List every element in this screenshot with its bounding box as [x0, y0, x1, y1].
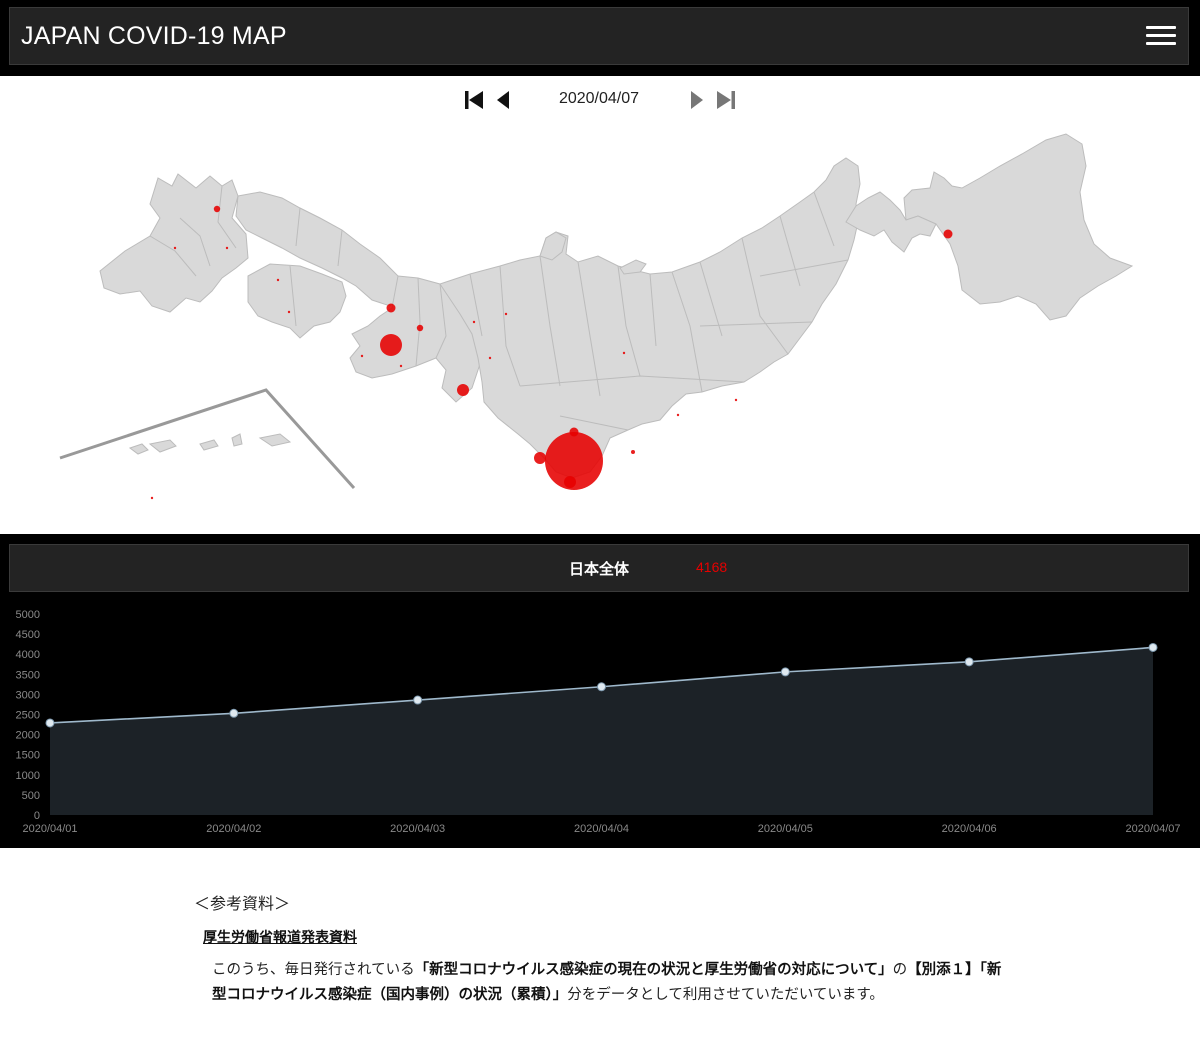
marker-dot: [676, 413, 680, 417]
y-tick-label: 4500: [16, 629, 40, 641]
data-point: [229, 708, 239, 718]
marker-dot: [504, 312, 508, 316]
x-tick-label: 2020/04/01: [22, 823, 77, 835]
skip-first-icon[interactable]: [461, 88, 487, 112]
references-heading: ＜参考資料＞: [194, 894, 291, 913]
marker-osaka: [380, 334, 402, 356]
region-hokkaido: [903, 133, 1134, 321]
app-title: JAPAN COVID-19 MAP: [21, 22, 287, 50]
summary-total-value: 4168: [696, 559, 728, 575]
marker-dot: [287, 310, 291, 314]
header-bar: JAPAN COVID-19 MAP: [9, 7, 1189, 65]
marker-dot: [399, 364, 403, 368]
data-point: [1148, 642, 1158, 652]
chart-section: 日本全体 4168 0 500 1000 1500 2000 2500 3000 3500 40…: [0, 534, 1200, 848]
region-islands-3: [199, 439, 219, 451]
data-point: [780, 667, 790, 677]
header-band: JAPAN COVID-19 MAP: [0, 0, 1200, 76]
marker-hyogo: [386, 303, 396, 313]
references-body: このうち、毎日発行されている「新型コロナウイルス感染症の現在の状況と厚生労働省の…: [212, 958, 1002, 1008]
marker-fukuoka: [213, 205, 221, 213]
y-tick-label: 1500: [16, 750, 40, 762]
japan-map: [59, 133, 1134, 500]
marker-dot: [472, 320, 476, 324]
data-point: [413, 695, 423, 705]
y-tick-label: 2000: [16, 730, 40, 742]
marker-kanagawa: [564, 476, 576, 488]
marker-dot: [173, 246, 177, 250]
marker-dot: [622, 351, 626, 355]
y-tick-label: 500: [22, 790, 40, 802]
x-tick-label: 2020/04/07: [1125, 823, 1180, 835]
current-date-label: 2020/04/07: [558, 90, 640, 107]
y-tick-label: 4000: [16, 649, 40, 661]
data-point: [964, 657, 974, 667]
marker-dot: [150, 496, 154, 500]
marker-chiba: [534, 452, 546, 464]
x-tick-label: 2020/04/02: [206, 823, 261, 835]
y-tick-label: 0: [34, 810, 40, 822]
references-section: ＜参考資料＞ 厚生労働省報道発表資料 このうち、毎日発行されている「新型コロナウ…: [0, 848, 1200, 1039]
map-area: 2020/04/07: [0, 76, 1200, 534]
y-tick-label: 1000: [16, 770, 40, 782]
x-tick-label: 2020/04/05: [758, 823, 813, 835]
summary-label: 日本全体: [569, 560, 630, 578]
date-navigation: 2020/04/07: [0, 86, 1200, 114]
body-mid: の: [892, 962, 908, 978]
region-islands-1: [128, 443, 149, 455]
marker-dot: [631, 450, 635, 454]
region-islands-2: [148, 439, 177, 453]
y-tick-label: 2500: [16, 710, 40, 722]
marker-saitama: [569, 427, 579, 437]
hamburger-menu-icon[interactable]: [1144, 22, 1178, 50]
marker-dot: [276, 278, 280, 282]
marker-dot: [225, 246, 229, 250]
marker-kyoto: [416, 324, 424, 332]
mhlw-press-release-link[interactable]: 厚生労働省報道発表資料: [203, 927, 357, 947]
region-islands-4: [231, 433, 243, 447]
data-point: [597, 682, 606, 692]
x-tick-label: 2020/04/03: [390, 823, 445, 835]
x-tick-label: 2020/04/06: [942, 823, 997, 835]
step-back-icon[interactable]: [492, 88, 518, 112]
region-honshu-east: [439, 157, 861, 479]
region-kyushu: [99, 173, 249, 313]
cases-line-chart: 0 500 1000 1500 2000 2500 3000 3500 4000 4500 5000…: [16, 609, 1181, 835]
region-islands-5: [258, 433, 292, 447]
y-tick-label: 3500: [16, 669, 40, 681]
chart-area-fill: [50, 647, 1153, 815]
body-suffix: 分をデータとして利用させていただいています。: [567, 987, 884, 1003]
y-tick-label: 3000: [16, 689, 40, 701]
marker-dot: [488, 356, 492, 360]
body-bold-title: 「新型コロナウイルス感染症の現在の状況と厚生労働省の対応について」: [414, 962, 893, 978]
skip-last-icon[interactable]: [713, 88, 739, 112]
body-prefix: このうち、毎日発行されている: [212, 962, 415, 978]
step-forward-icon[interactable]: [686, 88, 712, 112]
data-point: [45, 718, 55, 728]
marker-hokkaido: [943, 229, 953, 239]
marker-dot: [734, 398, 738, 402]
x-tick-label: 2020/04/04: [574, 823, 629, 835]
marker-dot: [360, 354, 364, 358]
region-shikoku: [247, 263, 347, 339]
summary-bar: 日本全体 4168: [9, 544, 1189, 592]
marker-aichi: [457, 384, 469, 396]
y-tick-label: 5000: [16, 609, 40, 621]
